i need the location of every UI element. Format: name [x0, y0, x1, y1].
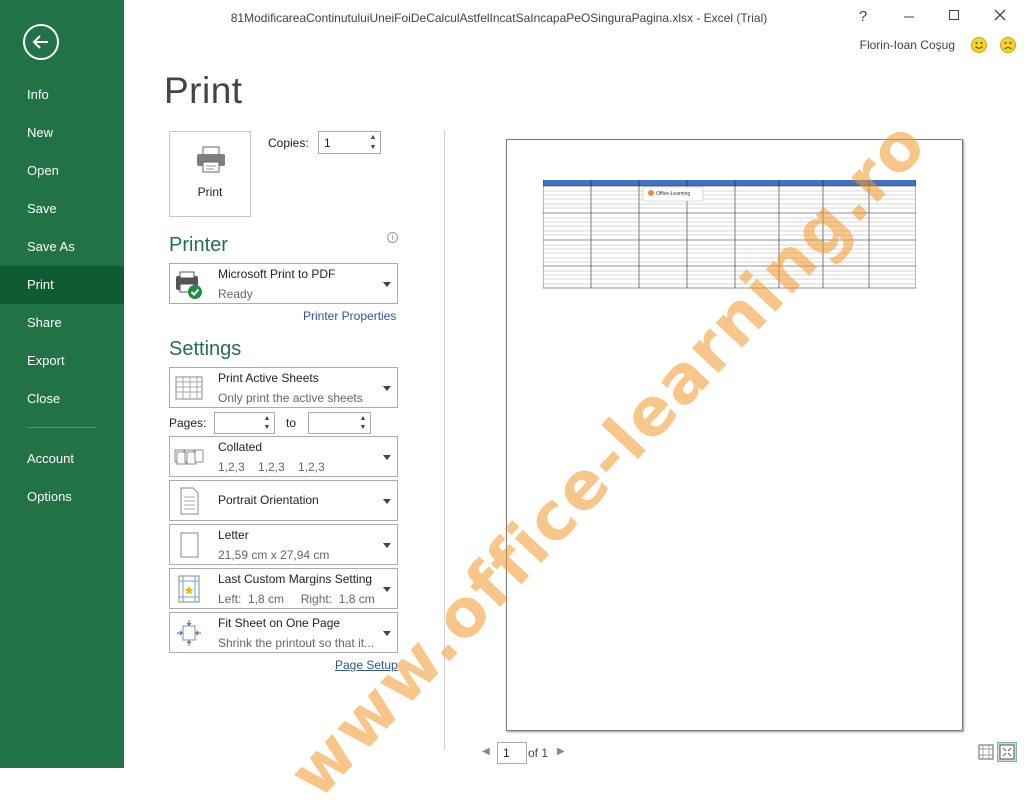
copies-up-arrow[interactable]: ▲ — [367, 133, 379, 143]
print-what-subtitle: Only print the active sheets — [218, 391, 363, 405]
print-what-title: Print Active Sheets — [218, 371, 319, 385]
printer-section-title: Printer — [169, 234, 228, 256]
dropdown-arrow-icon — [383, 586, 391, 592]
nav-close[interactable]: Close — [0, 380, 124, 418]
back-button[interactable] — [23, 24, 59, 60]
pages-to-input[interactable]: ▲ ▼ — [308, 412, 371, 434]
show-margins-icon — [978, 744, 994, 760]
paper-title: Letter — [218, 528, 249, 542]
print-button[interactable]: Print — [169, 131, 251, 217]
minimize-button[interactable] — [898, 6, 920, 28]
pages-label: Pages: — [169, 416, 207, 430]
orientation-title: Portrait Orientation — [218, 493, 319, 507]
maximize-icon — [949, 10, 959, 20]
nav-save-as[interactable]: Save As — [0, 228, 124, 266]
info-icon[interactable]: i — [387, 232, 398, 243]
dropdown-arrow-icon — [383, 498, 391, 504]
nav-share[interactable]: Share — [0, 304, 124, 342]
page-title: Print — [164, 70, 243, 111]
nav-save[interactable]: Save — [0, 190, 124, 228]
pane-divider — [444, 130, 445, 750]
previous-page-arrow[interactable]: ◀ — [482, 746, 490, 757]
nav-open[interactable]: Open — [0, 152, 124, 190]
thumbnail-logo-text: Office-Learning — [656, 191, 690, 197]
maximize-button[interactable] — [943, 6, 965, 28]
zoom-to-page-button[interactable] — [997, 742, 1017, 762]
copies-down-arrow[interactable]: ▼ — [367, 143, 379, 153]
paper-size-select[interactable]: Letter 21,59 cm x 27,94 cm — [169, 524, 398, 565]
collation-select[interactable]: Collated 1,2,3 1,2,3 1,2,3 — [169, 436, 398, 477]
nav-new[interactable]: New — [0, 114, 124, 152]
nav-info[interactable]: Info — [0, 76, 124, 114]
dropdown-arrow-icon — [383, 281, 391, 287]
dropdown-arrow-icon — [383, 385, 391, 391]
nav-options[interactable]: Options — [0, 478, 124, 516]
collation-title: Collated — [218, 440, 263, 454]
minimize-icon — [904, 16, 914, 18]
pages-from-input[interactable]: ▲ ▼ — [214, 412, 275, 434]
dropdown-arrow-icon — [383, 542, 391, 548]
margins-subtitle: Left: 1,8 cm Right: 1,8 cm — [218, 592, 375, 606]
smiley-sad-icon[interactable] — [1000, 37, 1016, 53]
spreadsheet-thumbnail: Office-Learning — [543, 180, 916, 289]
scaling-subtitle: Shrink the printout so that it... — [218, 636, 375, 650]
paper-icon — [180, 532, 199, 558]
sheet-grid-icon — [175, 376, 203, 400]
smiley-happy-icon[interactable] — [971, 37, 987, 53]
printer-select[interactable]: Microsoft Print to PDF Ready — [169, 263, 398, 304]
title-bar: 81ModificareaContinutuluiUneiFoiDeCalcul… — [124, 0, 1024, 36]
printer-properties-link[interactable]: Printer Properties — [303, 309, 396, 323]
close-icon — [994, 9, 1006, 21]
nav-export[interactable]: Export — [0, 342, 124, 380]
back-arrow-icon — [32, 35, 48, 49]
paper-subtitle: 21,59 cm x 27,94 cm — [218, 548, 330, 562]
backstage-sidebar: Info New Open Save Save As Print Share E… — [0, 0, 124, 768]
portrait-page-icon — [180, 487, 199, 515]
margins-icon — [178, 575, 200, 603]
nav-account[interactable]: Account — [0, 440, 124, 478]
show-margins-button[interactable] — [976, 742, 996, 762]
printer-status: Ready — [218, 287, 253, 301]
print-preview-page: Office-Learning — [506, 139, 963, 731]
collated-pages-icon — [174, 449, 204, 465]
close-button[interactable] — [989, 6, 1011, 28]
fit-to-page-icon — [177, 620, 201, 646]
print-button-label: Print — [197, 185, 223, 199]
zoom-to-page-icon — [999, 744, 1015, 760]
orientation-select[interactable]: Portrait Orientation — [169, 480, 398, 521]
printer-name: Microsoft Print to PDF — [218, 267, 336, 281]
settings-section-title: Settings — [169, 338, 242, 360]
window-title: 81ModificareaContinutuluiUneiFoiDeCalcul… — [230, 11, 768, 25]
pages-to-down-arrow[interactable]: ▼ — [357, 423, 369, 433]
dropdown-arrow-icon — [383, 630, 391, 636]
collation-subtitle: 1,2,3 1,2,3 1,2,3 — [218, 460, 325, 474]
page-count-label: of 1 — [528, 746, 549, 760]
scaling-select[interactable]: Fit Sheet on One Page Shrink the printou… — [169, 612, 398, 653]
printer-ready-icon — [176, 271, 202, 299]
scaling-title: Fit Sheet on One Page — [218, 616, 341, 630]
dropdown-arrow-icon — [383, 454, 391, 460]
next-page-arrow[interactable]: ▶ — [557, 746, 565, 757]
printer-icon — [197, 146, 225, 173]
pages-from-down-arrow[interactable]: ▼ — [261, 423, 273, 433]
margins-select[interactable]: Last Custom Margins Setting Left: 1,8 cm… — [169, 568, 398, 609]
margins-title: Last Custom Margins Setting — [218, 572, 373, 586]
nav-divider — [27, 427, 97, 428]
page-navigation: ◀ of 1 ▶ — [478, 740, 608, 764]
print-what-select[interactable]: Print Active Sheets Only print the activ… — [169, 367, 398, 408]
current-page-input[interactable] — [497, 742, 527, 764]
to-label: to — [286, 416, 297, 430]
user-name[interactable]: Florin-Ioan Coşug — [860, 38, 955, 52]
copies-label: Copies: — [268, 136, 309, 150]
nav-print[interactable]: Print — [0, 266, 124, 304]
page-setup-link[interactable]: Page Setup — [335, 658, 398, 672]
help-button[interactable]: ? — [852, 6, 874, 28]
